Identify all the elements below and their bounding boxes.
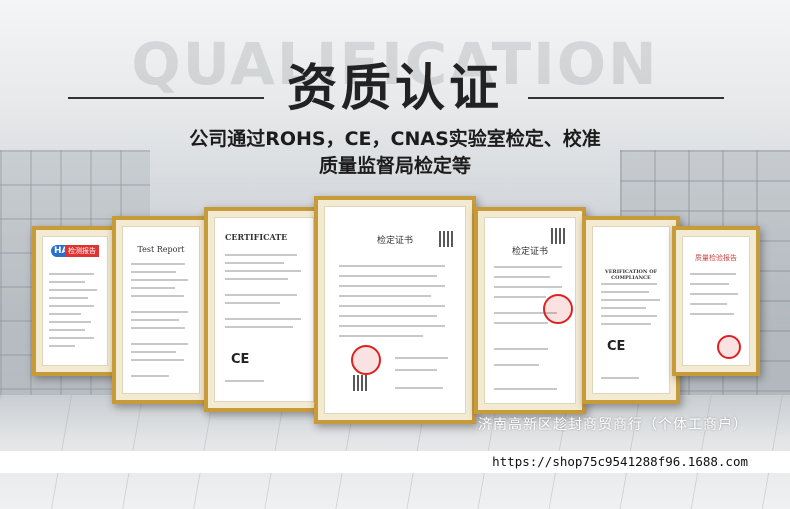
ce-certificate-heading: CERTIFICATE: [225, 232, 288, 242]
ce-mark-2: CE: [607, 339, 626, 354]
certificate-compliance: VERIFICATION OF COMPLIANCE CE: [582, 216, 680, 404]
certificate-verification-center: 检定证书: [314, 196, 476, 424]
test-report-badge: 检测报告: [65, 245, 99, 257]
certificate-verification-right: 检定证书: [474, 207, 586, 414]
qr-code-icon: [551, 228, 567, 244]
certificate-test-report: Test Report: [112, 216, 210, 404]
compliance-heading: VERIFICATION OF COMPLIANCE: [604, 269, 658, 281]
shop-watermark: 济南高新区趁封商贸商行（个体工商户）: [478, 417, 748, 433]
red-seal-icon: [351, 345, 381, 375]
red-seal-icon: [543, 294, 573, 324]
subtitle-line-2: 质量监督局检定等: [318, 155, 471, 177]
subtitle-line-1: 公司通过ROHS，CE，CNAS实验室检定、校准: [189, 128, 601, 150]
ce-mark: CE: [231, 352, 250, 367]
shop-url-link[interactable]: https://shop75c9541288f96.1688.com: [492, 454, 748, 469]
verification-heading-2: 检定证书: [511, 247, 548, 257]
qr-code-icon: [439, 231, 455, 247]
certificate-quality: 质量检验报告: [672, 226, 760, 376]
qr-code-icon: [353, 375, 369, 391]
certificate-ce: CERTIFICATE CE: [204, 207, 324, 412]
footer-url-bar: https://shop75c9541288f96.1688.com: [0, 451, 790, 473]
red-seal-icon: [717, 335, 741, 359]
certificate-hap: HAP 检测报告: [32, 226, 118, 376]
test-report-heading: Test Report: [137, 245, 185, 254]
quality-heading: 质量检验报告: [695, 254, 737, 262]
page-title: 资质认证: [287, 59, 503, 117]
